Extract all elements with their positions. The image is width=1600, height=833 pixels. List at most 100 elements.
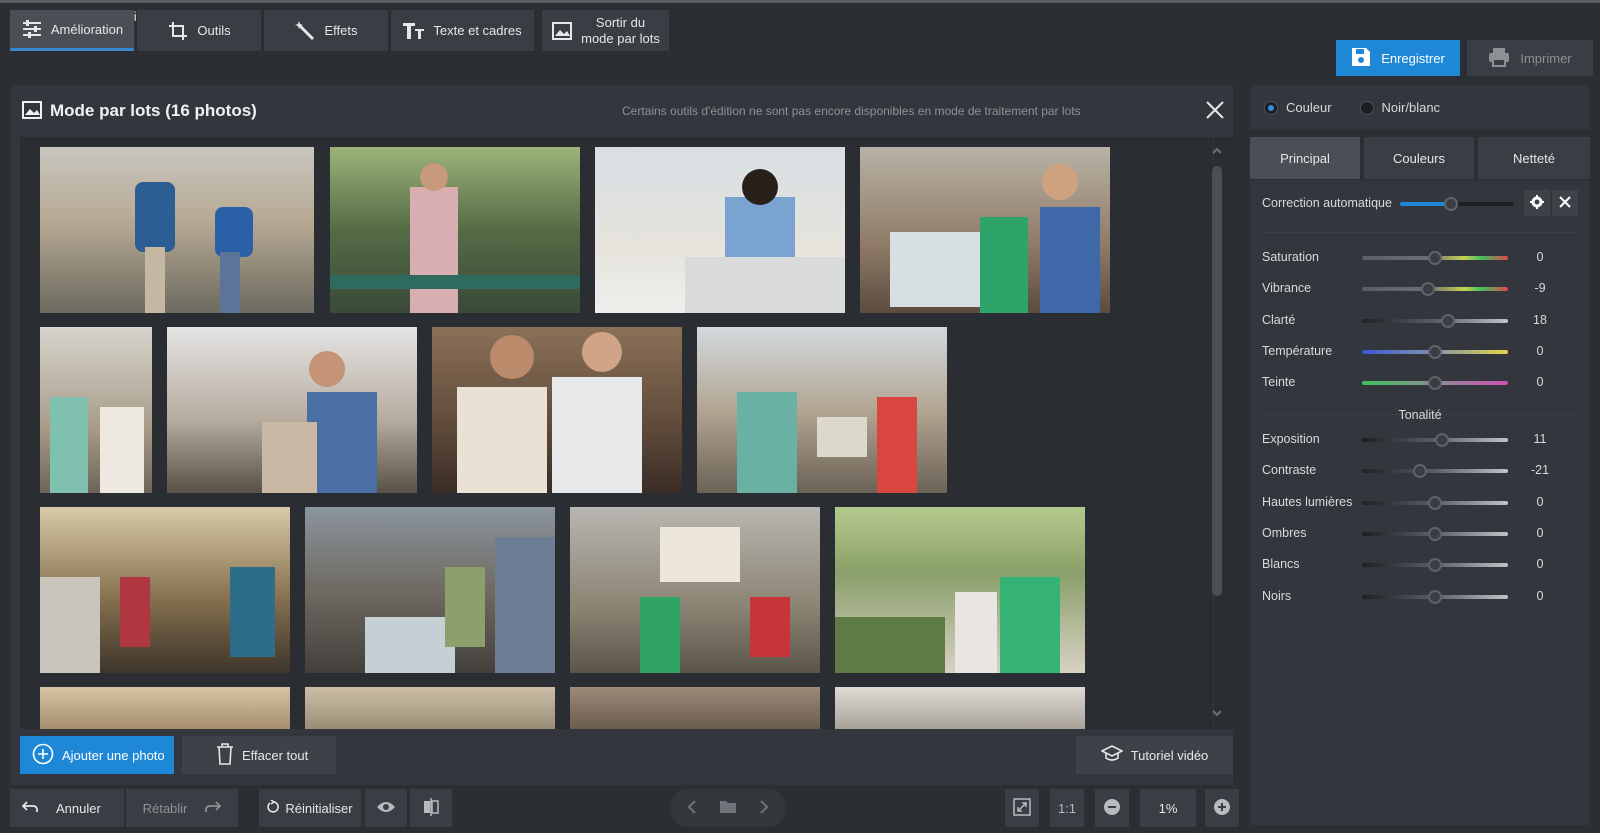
panel-title: Mode par lots (16 photos): [50, 101, 257, 120]
save-button[interactable]: Enregistrer: [1336, 40, 1460, 76]
slider-knob[interactable]: [1428, 376, 1442, 391]
slider-track[interactable]: [1362, 318, 1508, 323]
compare-button[interactable]: [410, 789, 452, 827]
tab-effets[interactable]: Effets: [264, 10, 388, 51]
slider-track[interactable]: [1362, 287, 1508, 292]
photo-thumbnail[interactable]: [595, 147, 845, 313]
exit-batch-label: Sortir du mode par lots: [581, 15, 660, 47]
slider-knob[interactable]: [1428, 526, 1442, 541]
photo-thumbnail[interactable]: [570, 507, 820, 673]
photo-thumbnail[interactable]: [835, 687, 1085, 729]
tab-texte-cadres[interactable]: Texte et cadres: [391, 10, 534, 51]
fit-to-screen-button[interactable]: [1005, 789, 1039, 827]
slider-knob[interactable]: [1428, 589, 1442, 604]
photo-thumbnail[interactable]: [860, 147, 1110, 313]
print-label: Imprimer: [1520, 50, 1572, 66]
photo-thumbnail[interactable]: [40, 147, 314, 313]
divider: [1262, 232, 1578, 233]
photo-thumbnail[interactable]: [40, 327, 152, 493]
auto-correction-label: Correction automatique: [1262, 196, 1392, 210]
slider-value: 0: [1536, 557, 1544, 572]
photo-thumbnail[interactable]: [835, 507, 1085, 673]
video-tutorial-button[interactable]: Tutoriel vidéo: [1076, 736, 1233, 774]
photo-thumbnail[interactable]: [167, 327, 417, 493]
tab-principal[interactable]: Principal: [1250, 137, 1360, 179]
zoom-out-button[interactable]: [1095, 789, 1129, 827]
exit-batch-mode-button[interactable]: Sortir du mode par lots: [542, 10, 669, 51]
photo-thumbnail[interactable]: [697, 327, 947, 493]
exit-batch-line1: Sortir du: [595, 14, 646, 30]
slider-label: Clarté: [1262, 312, 1296, 327]
slider-knob[interactable]: [1428, 495, 1442, 510]
slider-vibrance: Vibrance -9: [1262, 279, 1582, 299]
slider-label: Vibrance: [1262, 281, 1312, 296]
slider-knob[interactable]: [1413, 464, 1428, 479]
redo-button[interactable]: Rétablir: [126, 789, 238, 827]
slider-contraste: Contraste -21: [1262, 461, 1582, 481]
slider-label: Exposition: [1262, 432, 1320, 446]
undo-button[interactable]: Annuler: [10, 789, 124, 827]
zoom-level[interactable]: 1%: [1140, 789, 1196, 827]
slider-label: Hautes lumières: [1262, 494, 1353, 509]
slider-teinte: Teinte 0: [1262, 373, 1582, 393]
slider-knob[interactable]: [1428, 251, 1442, 265]
tab-amelioration[interactable]: Amélioration: [10, 10, 134, 51]
slider-label: Saturation: [1262, 250, 1319, 264]
chevron-down-icon[interactable]: [1210, 706, 1224, 720]
close-icon[interactable]: [1204, 99, 1226, 121]
photo-thumbnail[interactable]: [432, 327, 682, 493]
slider-knob[interactable]: [1420, 282, 1435, 297]
photo-thumbnail[interactable]: [40, 507, 290, 673]
photo-thumbnail[interactable]: [40, 687, 290, 729]
slider-knob[interactable]: [1428, 558, 1442, 573]
slider-value: -21: [1530, 463, 1550, 478]
slider-température: Température 0: [1262, 342, 1582, 362]
plus-circle-icon: [32, 743, 54, 768]
slider-knob[interactable]: [1441, 313, 1456, 328]
reset-label: Réinitialiser: [285, 800, 353, 816]
clear-all-button[interactable]: Effacer tout: [182, 736, 336, 774]
photo-thumbnail[interactable]: [305, 687, 555, 729]
slider-value: 0: [1536, 494, 1544, 509]
tab-nettete[interactable]: Netteté: [1478, 137, 1590, 179]
trash-icon: [216, 742, 234, 768]
bw-radio[interactable]: [1359, 100, 1374, 115]
tab-outils[interactable]: Outils: [137, 10, 261, 51]
save-label: Enregistrer: [1381, 50, 1445, 66]
reset-button[interactable]: Réinitialiser: [259, 789, 361, 827]
photo-thumbnail[interactable]: [305, 507, 555, 673]
navigator: [670, 789, 786, 827]
photo-thumbnail[interactable]: [570, 687, 820, 729]
slider-knob[interactable]: [1428, 344, 1442, 359]
tab-label: Outils: [197, 23, 231, 38]
slider-label: Ombres: [1262, 525, 1307, 540]
settings-button[interactable]: [1524, 190, 1550, 216]
zoom-in-button[interactable]: [1205, 789, 1239, 827]
cancel-auto-button[interactable]: [1552, 190, 1578, 216]
actual-size-button[interactable]: 1:1: [1050, 789, 1084, 827]
photo-thumbnail[interactable]: [330, 147, 580, 313]
color-radio[interactable]: [1264, 100, 1278, 115]
slider-ombres: Ombres 0: [1262, 524, 1582, 544]
adjustment-tabs: Principal Couleurs Netteté: [1250, 137, 1590, 179]
close-icon: [1559, 195, 1571, 211]
tab-label: Texte et cadres: [433, 23, 522, 38]
scrollbar-thumb[interactable]: [1212, 166, 1222, 596]
folder-icon[interactable]: [719, 800, 737, 817]
tab-couleurs[interactable]: Couleurs: [1364, 137, 1474, 179]
preview-button[interactable]: [365, 789, 407, 827]
batch-panel: Mode par lots (16 photos) Certains outil…: [10, 85, 1240, 785]
chevron-up-icon[interactable]: [1210, 144, 1224, 158]
slider-track[interactable]: [1362, 469, 1508, 474]
add-photo-button[interactable]: Ajouter une photo: [20, 736, 174, 774]
slider-label: Contraste: [1262, 463, 1317, 478]
auto-correction-knob[interactable]: [1444, 197, 1459, 211]
print-button[interactable]: Imprimer: [1467, 40, 1593, 76]
tonality-title: Tonalité: [1398, 408, 1442, 422]
sliders-icon: [21, 18, 43, 40]
slider-exposition: Exposition 11: [1262, 430, 1582, 450]
slider-knob[interactable]: [1435, 433, 1450, 447]
slider-value: 0: [1536, 588, 1544, 603]
chevron-right-icon[interactable]: [759, 799, 769, 817]
chevron-left-icon[interactable]: [687, 799, 697, 817]
